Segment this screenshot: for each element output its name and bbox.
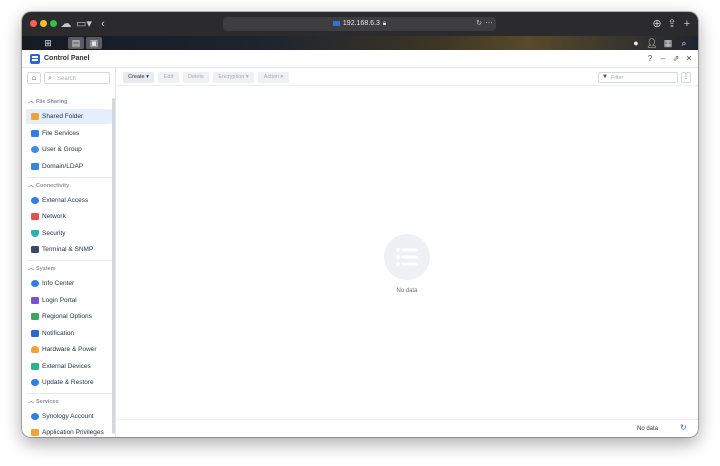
sidebar-item-hardware-power[interactable]: Hardware & Power	[26, 342, 112, 357]
search-icon[interactable]: ⌕	[676, 37, 692, 49]
section-divider	[26, 260, 112, 261]
sidebar-item-file-services[interactable]: File Services	[26, 126, 112, 141]
section-services[interactable]: ︿ Services	[28, 397, 59, 407]
action-toolbar: Create ▾ Edit Delete Encryption ▾ Action…	[116, 68, 698, 86]
main-panel: Create ▾ Edit Delete Encryption ▾ Action…	[116, 68, 698, 437]
action-button[interactable]: Action ▾	[258, 72, 289, 83]
back-icon[interactable]: ‹	[98, 17, 108, 31]
create-button[interactable]: Create ▾	[123, 72, 154, 83]
close-button[interactable]: ✕	[683, 53, 695, 65]
zoom-window-button[interactable]	[50, 20, 57, 27]
section-file-sharing[interactable]: ︿ File Sharing	[28, 97, 67, 107]
sidebar-toggle-icon[interactable]: ▭▾	[76, 17, 92, 31]
package-center-taskbar-icon[interactable]: ▤	[68, 37, 84, 49]
globe-icon	[31, 313, 39, 320]
footer-status: No data	[637, 426, 659, 432]
network-home-icon	[31, 213, 39, 220]
lock-icon: 🔒︎	[382, 21, 387, 27]
sidebar-item-security[interactable]: Security	[26, 226, 112, 241]
user-group-icon	[31, 146, 39, 153]
section-system[interactable]: ︿ System	[28, 264, 56, 274]
user-icon[interactable]: 👤︎	[644, 37, 660, 49]
home-icon[interactable]: ⌂	[27, 72, 41, 84]
delete-button[interactable]: Delete	[183, 72, 209, 83]
folder-icon	[31, 113, 39, 120]
main-menu-icon[interactable]: ⊞	[40, 37, 56, 49]
external-devices-icon	[31, 363, 39, 370]
chevron-up-icon: ︿	[28, 99, 35, 105]
url-text: 192.168.6.3	[342, 20, 380, 27]
widgets-icon[interactable]: ▦	[660, 37, 676, 49]
empty-state-text: No data	[396, 288, 418, 294]
chevron-up-icon: ︿	[28, 266, 35, 272]
sidebar-item-user-group[interactable]: User & Group	[26, 142, 112, 157]
sidebar-item-application-privileges[interactable]: Application Privileges	[26, 425, 112, 437]
maximize-button[interactable]: ⇗	[670, 53, 682, 65]
sidebar-search[interactable]: ⌕	[44, 72, 110, 84]
section-connectivity[interactable]: ︿ Connectivity	[28, 181, 69, 191]
info-icon	[31, 280, 39, 287]
sidebar-scrollbar[interactable]	[112, 98, 115, 434]
file-services-icon	[31, 130, 39, 137]
domain-icon	[31, 163, 39, 170]
chevron-up-icon: ︿	[28, 399, 35, 405]
sidebar-item-external-access[interactable]: External Access	[26, 193, 112, 208]
browser-toolbar: ☁ ▭▾ ‹ 192.168.6.3 🔒︎ ↻ ⋯ ⊕ ⇪ +	[22, 12, 698, 36]
search-input[interactable]	[57, 74, 107, 83]
control-panel-icon	[30, 54, 40, 64]
app-title-bar: Control Panel ? – ⇗ ✕	[22, 50, 698, 68]
synology-account-icon	[31, 413, 39, 420]
shield-icon	[31, 230, 39, 237]
close-window-button[interactable]	[30, 20, 37, 27]
browser-window: ☁ ▭▾ ‹ 192.168.6.3 🔒︎ ↻ ⋯ ⊕ ⇪ + ⊞ ▤ ▣ ● 👤…	[22, 12, 698, 437]
site-favicon	[332, 20, 340, 26]
refresh-icon[interactable]: ↻	[680, 423, 687, 433]
chat-icon[interactable]: ●	[628, 37, 644, 49]
minimize-button[interactable]: –	[657, 53, 669, 65]
empty-list-icon	[384, 234, 430, 280]
terminal-icon	[31, 246, 39, 253]
lock-icon	[31, 429, 39, 436]
sidebar-item-domain-ldap[interactable]: Domain/LDAP	[26, 159, 112, 174]
reload-icon[interactable]: ↻	[475, 17, 483, 31]
view-options-icon[interactable]: ⋮	[681, 72, 691, 83]
sidebar-item-shared-folder[interactable]: Shared Folder	[26, 109, 112, 124]
search-icon: ⌕	[48, 75, 52, 82]
more-icon[interactable]: ⋯	[485, 17, 493, 31]
login-portal-icon	[31, 297, 39, 304]
update-icon	[31, 379, 39, 386]
filter-field[interactable]: ▼	[598, 72, 678, 83]
sidebar-item-login-portal[interactable]: Login Portal	[26, 293, 112, 308]
encryption-button[interactable]: Encryption ▾	[213, 72, 254, 83]
minimize-window-button[interactable]	[40, 20, 47, 27]
filter-icon: ▼	[602, 74, 608, 80]
external-access-icon	[31, 197, 39, 204]
sidebar: ⌂ ⌕ ︿File Sharing Shared Folder File Ser…	[22, 68, 116, 437]
control-panel-taskbar-icon[interactable]: ▣	[86, 37, 102, 49]
icloud-icon[interactable]: ☁	[60, 17, 72, 31]
sidebar-item-info-center[interactable]: Info Center	[26, 276, 112, 291]
filter-input[interactable]	[611, 73, 675, 82]
section-divider	[26, 393, 112, 394]
sidebar-item-notification[interactable]: Notification	[26, 326, 112, 341]
dsm-taskbar: ⊞ ▤ ▣ ● 👤︎ ▦ ⌕	[22, 36, 698, 50]
bulb-icon	[31, 346, 39, 353]
sidebar-item-external-devices[interactable]: External Devices	[26, 359, 112, 374]
app-title: Control Panel	[44, 55, 90, 62]
edit-button[interactable]: Edit	[158, 72, 179, 83]
chevron-up-icon: ︿	[28, 183, 35, 189]
address-bar[interactable]: 192.168.6.3 🔒︎ ↻ ⋯	[223, 17, 496, 31]
new-tab-icon[interactable]: +	[682, 17, 692, 31]
sidebar-item-regional-options[interactable]: Regional Options	[26, 309, 112, 324]
notification-icon	[31, 330, 39, 337]
share-icon[interactable]: ⇪	[667, 17, 677, 31]
sidebar-item-synology-account[interactable]: Synology Account	[26, 409, 112, 424]
sidebar-item-terminal-snmp[interactable]: Terminal & SNMP	[26, 242, 112, 257]
sidebar-item-update-restore[interactable]: Update & Restore	[26, 375, 112, 390]
download-icon[interactable]: ⊕	[652, 17, 662, 31]
status-footer: No data ↻	[116, 419, 698, 437]
help-button[interactable]: ?	[644, 53, 656, 65]
sidebar-item-network[interactable]: Network	[26, 209, 112, 224]
section-divider	[26, 177, 112, 178]
